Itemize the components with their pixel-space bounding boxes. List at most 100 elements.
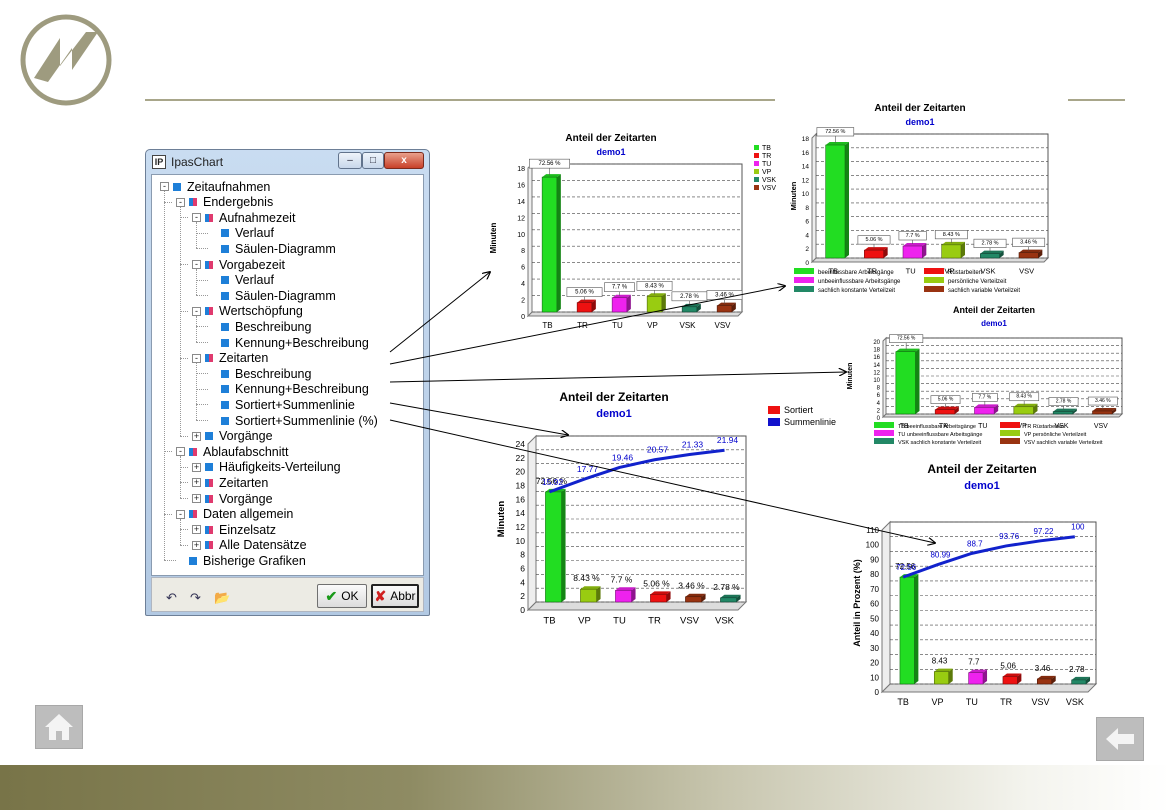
tree-item[interactable]: - Zeitaufnahmen (160, 179, 270, 194)
collapse-icon[interactable]: - (192, 353, 201, 363)
tree-item-label: Sortiert+Summenlinie (235, 397, 355, 412)
tree-item[interactable]: Beschreibung (208, 366, 311, 381)
y-tick-label: 10 (517, 232, 525, 239)
bar (968, 672, 984, 685)
tree-connector (196, 295, 208, 297)
chart-title: Anteil der Zeitarten (565, 133, 656, 144)
chart-3-columns-legend-codes: Anteil der Zeitarten demo1 0 2 4 6 8 10 12 14 16 18… (846, 302, 1136, 450)
collapse-icon[interactable]: - (176, 509, 185, 519)
tree-item[interactable]: - Vorgabezeit (192, 257, 285, 272)
tree-item[interactable]: Bisherige Grafiken (176, 553, 306, 568)
y-tick-label: 6 (877, 393, 881, 399)
tree-item[interactable]: - Daten allgemein (176, 507, 293, 522)
tree-item[interactable]: - Ablaufabschnitt (176, 444, 288, 459)
minimize-button[interactable]: – (338, 152, 362, 169)
chart-2-svg: Anteil der Zeitarten demo1 0 2 4 6 8 10 12 14 16 18… (789, 103, 1050, 294)
expand-icon[interactable]: + (192, 478, 201, 488)
tree-item[interactable]: + Einzelsatz (192, 522, 276, 537)
chart-title: Anteil der Zeitarten (927, 462, 1036, 476)
tree-item[interactable]: - Zeitarten (192, 351, 268, 366)
legend-swatch (874, 422, 894, 428)
tree-item[interactable]: + Vorgänge (192, 491, 273, 506)
collapse-icon[interactable]: - (192, 260, 201, 269)
line-data-label: 17.77 (577, 464, 599, 474)
folder-node-icon (205, 541, 213, 550)
tree-item[interactable]: - Aufnahmezeit (192, 210, 295, 225)
dialog-toolbar: ↶ ↷ 📂 ✔ OK ✘ Abbr (151, 577, 424, 612)
legend-label: TR Rüstarbeiten (1024, 424, 1064, 430)
tree-item[interactable]: Verlauf (208, 226, 274, 241)
folder-node-icon (205, 260, 213, 269)
tree-item[interactable]: Beschreibung (208, 319, 311, 334)
bar (941, 244, 962, 259)
legend-label: TR (762, 153, 771, 160)
legend-swatch (794, 286, 814, 292)
open-folder-icon[interactable]: 📂 (214, 590, 230, 606)
maximize-button[interactable]: □ (362, 152, 384, 169)
back-button[interactable] (1096, 717, 1144, 761)
y-tick-label: 18 (516, 481, 526, 491)
collapse-icon[interactable]: - (160, 182, 169, 191)
y-tick-label: 16 (517, 182, 525, 189)
y-tick-label: 16 (802, 150, 810, 157)
tree-connector (196, 315, 197, 342)
bar (1018, 252, 1039, 259)
legend-swatch (1000, 430, 1020, 436)
tree-view[interactable]: - Zeitaufnahmen - Endergebnis - Aufnahmezeit V… (151, 174, 424, 576)
data-label: 8.43 % (943, 232, 960, 238)
x-tick-label: TU (906, 267, 916, 276)
tree-item[interactable]: - Wertschöpfung (192, 304, 303, 319)
bar-side (626, 294, 631, 312)
legend-swatch (754, 185, 759, 190)
y-tick-label: 6 (520, 564, 525, 574)
tree-item[interactable]: + Vorgänge (192, 429, 273, 444)
tree-item[interactable]: Säulen-Diagramm (208, 241, 336, 256)
tree-item[interactable]: Sortiert+Summenlinie (%) (208, 413, 378, 428)
collapse-icon[interactable]: - (176, 197, 185, 207)
redo-icon[interactable]: ↷ (190, 590, 201, 606)
expand-icon[interactable]: + (192, 525, 201, 535)
tree-connector (180, 482, 188, 484)
close-button[interactable]: x (384, 152, 424, 169)
tree-item[interactable]: + Häufigkeits-Verteilung (192, 460, 341, 475)
bar-top (974, 404, 999, 408)
chart-subtitle: demo1 (596, 408, 631, 420)
bar (611, 297, 628, 313)
expand-icon[interactable]: + (192, 540, 201, 550)
tree-item[interactable]: + Zeitarten (192, 475, 268, 490)
y-tick-label: 50 (870, 614, 879, 623)
x-tick-label: TU (613, 616, 626, 627)
tree-item[interactable]: Sortiert+Summenlinie (208, 397, 355, 412)
collapse-icon[interactable]: - (192, 213, 201, 223)
cancel-x-icon: ✘ (374, 587, 387, 604)
tree-item[interactable]: Verlauf (208, 273, 274, 288)
legend-swatch (754, 145, 759, 150)
expand-icon[interactable]: + (192, 462, 201, 472)
line-data-label: 100 (1071, 523, 1085, 532)
y-tick-label: 90 (870, 555, 879, 564)
data-label: 8.43 % (573, 573, 600, 583)
tree-item[interactable]: Kennung+Beschreibung (208, 335, 369, 350)
bar-top (1019, 249, 1043, 253)
tree-connector (196, 362, 197, 420)
tree-item[interactable]: Kennung+Beschreibung (208, 382, 369, 397)
cancel-button[interactable]: ✘ Abbr (371, 584, 419, 608)
ok-button[interactable]: ✔ OK (317, 584, 367, 608)
bar (1036, 678, 1053, 685)
chart-5-sorted-cumulative-percent: Anteil der Zeitarten demo1 0 10 20 30 40 50 60 70… (846, 458, 1128, 710)
data-label: 72.56 % (538, 161, 561, 167)
tree-item[interactable]: - Endergebnis (176, 195, 273, 210)
undo-icon[interactable]: ↶ (166, 590, 177, 606)
data-label: 2.78 % (981, 241, 998, 247)
tree-item[interactable]: + Alle Datensätze (192, 538, 307, 553)
window-title-bar[interactable]: IP IpasChart (152, 152, 223, 172)
bar (576, 302, 593, 313)
expand-icon[interactable]: + (192, 431, 201, 441)
tree-item[interactable]: Säulen-Diagramm (208, 288, 336, 303)
x-tick-label: TB (543, 616, 555, 627)
y-axis-label: Minuten (489, 223, 498, 254)
collapse-icon[interactable]: - (176, 447, 185, 457)
expand-icon[interactable]: + (192, 494, 201, 503)
home-button[interactable] (35, 705, 83, 749)
collapse-icon[interactable]: - (192, 306, 201, 316)
